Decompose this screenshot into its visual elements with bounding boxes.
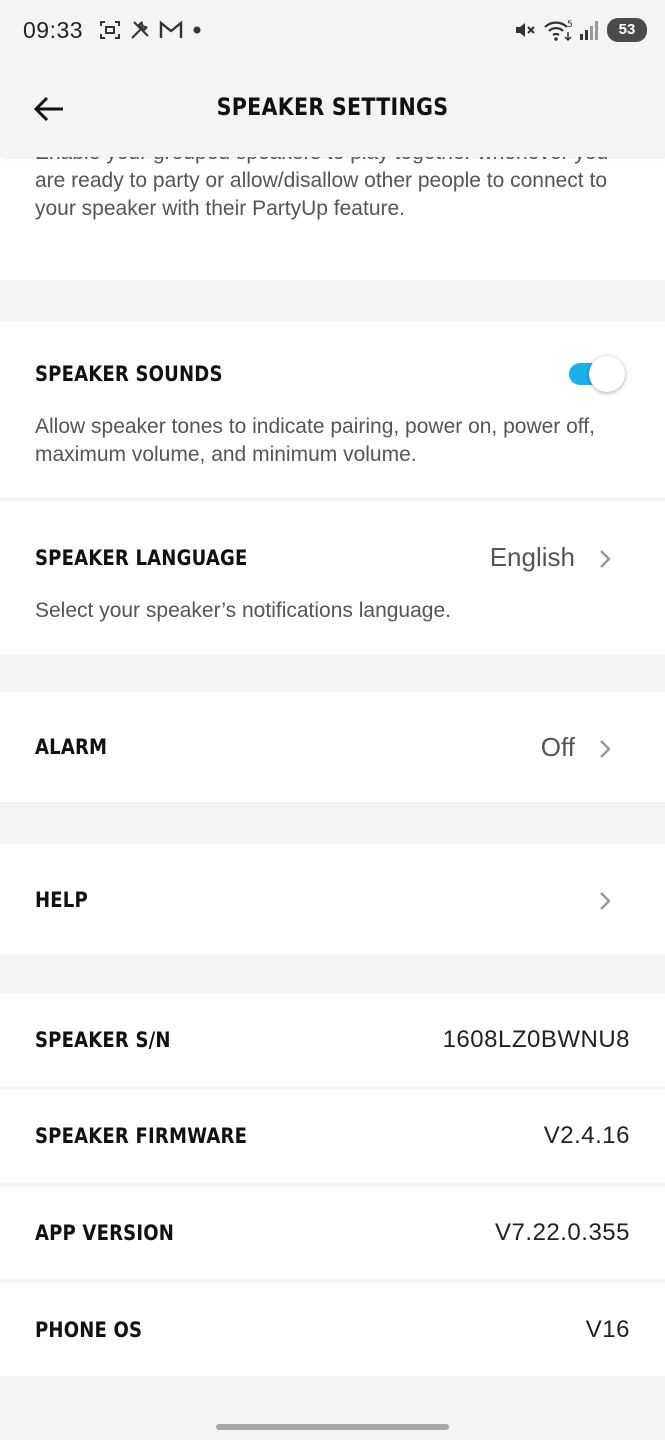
info-value: V7.22.0.355 [495, 1219, 630, 1246]
speaker-sounds-toggle[interactable] [569, 356, 625, 392]
alarm-title: ALARM [35, 735, 108, 759]
alarm-row[interactable]: ALARM Off [0, 692, 665, 802]
info-value: V16 [585, 1316, 630, 1343]
speaker-sounds-card: SPEAKER SOUNDS Allow speaker tones to in… [0, 322, 665, 498]
alarm-value: Off [540, 732, 575, 762]
help-title: HELP [35, 888, 88, 912]
notification-dot-icon [193, 26, 201, 34]
status-time: 09:33 [23, 17, 84, 43]
info-value: V2.4.16 [543, 1122, 630, 1149]
status-right-icons: 5 53 [513, 18, 647, 42]
chevron-right-icon [600, 550, 611, 568]
speaker-language-title: SPEAKER LANGUAGE [35, 546, 248, 570]
status-bar: 09:33 5 53 [0, 0, 665, 62]
info-row-serial: SPEAKER S/N 1608LZ0BWNU8 [0, 994, 665, 1086]
svg-text:5: 5 [567, 20, 573, 30]
info-row-firmware: SPEAKER FIRMWARE V2.4.16 [0, 1090, 665, 1182]
chevron-right-icon [600, 740, 611, 758]
info-label: SPEAKER S/N [35, 1028, 171, 1052]
app-header: SPEAKER SETTINGS [0, 62, 665, 157]
toggle-knob [589, 356, 625, 392]
help-row[interactable]: HELP [0, 844, 665, 955]
mute-icon [516, 23, 535, 37]
gmail-icon [159, 20, 183, 38]
speaker-sounds-description: Allow speaker tones to indicate pairing,… [35, 415, 595, 466]
speaker-sounds-title: SPEAKER SOUNDS [35, 362, 223, 386]
battery-indicator: 53 [607, 18, 647, 42]
info-row-app-version: APP VERSION V7.22.0.355 [0, 1187, 665, 1279]
info-label: PHONE OS [35, 1318, 143, 1342]
info-label: APP VERSION [35, 1221, 175, 1245]
info-label: SPEAKER FIRMWARE [35, 1124, 248, 1148]
wifi-icon: 5 [544, 20, 573, 42]
home-indicator[interactable] [216, 1424, 449, 1430]
screenshot-icon [100, 21, 120, 39]
info-value: 1608LZ0BWNU8 [442, 1026, 630, 1053]
speaker-language-row[interactable]: SPEAKER LANGUAGE English Select your spe… [0, 501, 665, 654]
chevron-right-icon [600, 892, 611, 910]
speaker-language-value: English [489, 542, 575, 572]
speaker-language-description: Select your speaker’s notifications lang… [35, 599, 451, 622]
tools-icon [131, 21, 149, 39]
page-title: SPEAKER SETTINGS [216, 93, 449, 121]
status-left-icons [98, 18, 204, 42]
signal-icon [580, 21, 598, 40]
info-row-phone-os: PHONE OS V16 [0, 1283, 665, 1376]
